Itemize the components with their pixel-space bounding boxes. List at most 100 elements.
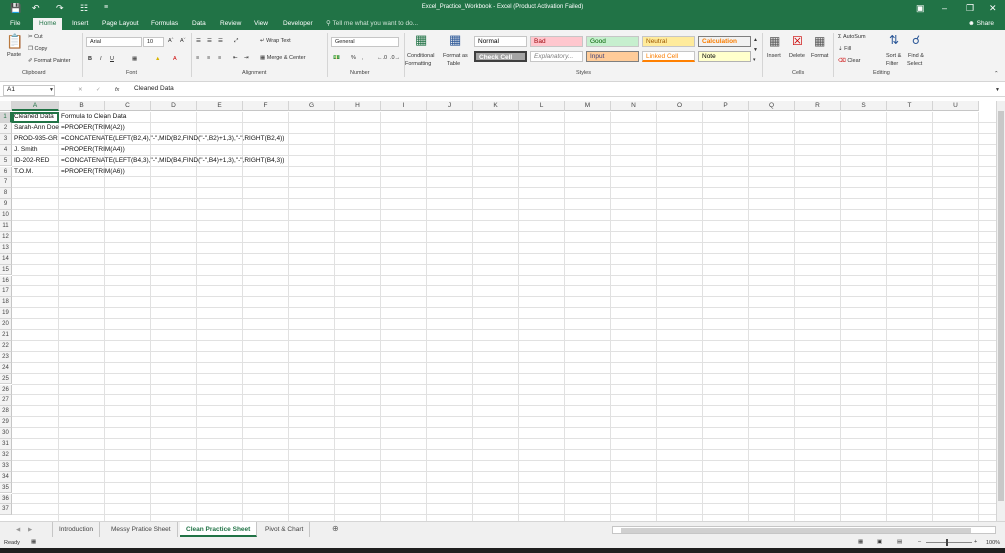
- zoom-level[interactable]: 100%: [986, 539, 1000, 547]
- column-header-o[interactable]: O: [657, 101, 703, 111]
- new-sheet-icon[interactable]: ⊕: [332, 525, 339, 533]
- cell-b5[interactable]: =CONCATENATE(LEFT(B4,3),"-",MID(B4,FIND(…: [59, 156, 284, 167]
- row-header-35[interactable]: 35: [0, 482, 12, 494]
- row-header-12[interactable]: 12: [0, 231, 12, 243]
- zoom-slider-thumb[interactable]: [946, 539, 948, 546]
- decrease-decimal-icon[interactable]: .0→: [390, 54, 400, 62]
- tab-review[interactable]: Review: [214, 18, 247, 30]
- column-header-q[interactable]: Q: [749, 101, 795, 111]
- row-header-24[interactable]: 24: [0, 362, 12, 374]
- paste-button[interactable]: Paste: [7, 51, 21, 59]
- column-header-g[interactable]: G: [289, 101, 335, 111]
- tell-me-search[interactable]: ⚲ Tell me what you want to do...: [320, 18, 424, 30]
- sheet-tab-messy-practice[interactable]: Messy Pratice Sheet: [105, 522, 178, 537]
- font-name-select[interactable]: Arial: [86, 37, 142, 47]
- column-header-a[interactable]: A: [12, 101, 59, 111]
- tab-page-layout[interactable]: Page Layout: [96, 18, 145, 30]
- shrink-font-icon[interactable]: Aˇ: [180, 37, 186, 45]
- page-layout-view-icon[interactable]: ▣: [877, 538, 882, 546]
- page-break-view-icon[interactable]: ▤: [897, 538, 902, 546]
- bottom-align-icon[interactable]: ☰: [218, 37, 223, 45]
- prev-sheet-icon[interactable]: ◀: [16, 526, 20, 534]
- merge-center-button[interactable]: ▦ Merge & Center: [260, 54, 306, 62]
- insert-cells-button[interactable]: Insert: [767, 52, 781, 60]
- next-sheet-icon[interactable]: ▶: [28, 526, 32, 534]
- row-header-9[interactable]: 9: [0, 199, 12, 211]
- normal-view-icon[interactable]: ▦: [858, 538, 863, 546]
- row-header-2[interactable]: 2: [0, 122, 12, 134]
- style-check-cell[interactable]: Check Cell: [474, 51, 527, 62]
- tab-insert[interactable]: Insert: [66, 18, 94, 30]
- row-header-37[interactable]: 37: [0, 504, 12, 516]
- row-header-26[interactable]: 26: [0, 384, 12, 396]
- format-painter-button[interactable]: ✐ Format Painter: [28, 57, 71, 65]
- row-header-36[interactable]: 36: [0, 493, 12, 505]
- row-header-15[interactable]: 15: [0, 264, 12, 276]
- percent-icon[interactable]: %: [351, 54, 356, 62]
- collapse-ribbon-icon[interactable]: ⌃: [994, 70, 999, 78]
- row-header-34[interactable]: 34: [0, 471, 12, 483]
- cancel-icon[interactable]: ✕: [78, 86, 83, 94]
- fill-color-icon[interactable]: ▲: [155, 55, 160, 63]
- top-align-icon[interactable]: ☰: [196, 37, 201, 45]
- number-format-select[interactable]: General: [331, 37, 399, 47]
- font-color-icon[interactable]: A: [173, 55, 177, 63]
- row-header-16[interactable]: 16: [0, 275, 12, 287]
- tab-file[interactable]: File: [4, 18, 26, 30]
- column-header-f[interactable]: F: [243, 101, 289, 111]
- cell-b1[interactable]: Formula to Clean Data: [59, 112, 126, 123]
- ribbon-display-icon[interactable]: ▣: [916, 2, 925, 14]
- autosum-button[interactable]: Σ AutoSum: [838, 33, 866, 41]
- insert-cells-icon[interactable]: ▦: [769, 34, 780, 48]
- row-header-28[interactable]: 28: [0, 406, 12, 418]
- comma-icon[interactable]: ‚: [362, 54, 363, 62]
- style-explanatory[interactable]: Explanatory...: [530, 51, 583, 62]
- style-good[interactable]: Good: [586, 36, 639, 47]
- cell-a4[interactable]: J. Smith: [12, 145, 59, 156]
- grow-font-icon[interactable]: Aˆ: [168, 37, 174, 45]
- indent-decrease-icon[interactable]: ⇤: [233, 54, 238, 62]
- tab-view[interactable]: View: [248, 18, 274, 30]
- row-header-17[interactable]: 17: [0, 286, 12, 298]
- format-table-button[interactable]: Format as: [443, 52, 468, 60]
- sort-filter-icon[interactable]: ⇅: [889, 33, 899, 47]
- middle-align-icon[interactable]: ☰: [207, 37, 212, 45]
- clear-button[interactable]: ⌫ Clear: [838, 57, 860, 65]
- tab-home[interactable]: Home: [33, 18, 63, 30]
- format-cells-icon[interactable]: ▦: [814, 34, 825, 48]
- conditional-formatting-button[interactable]: Conditional: [407, 52, 435, 60]
- row-header-23[interactable]: 23: [0, 351, 12, 363]
- row-header-1[interactable]: 1: [0, 112, 12, 123]
- column-header-h[interactable]: H: [335, 101, 381, 111]
- cell-a2[interactable]: Sarah-Ann Doe: [12, 123, 59, 134]
- find-select-icon[interactable]: ☌: [912, 33, 920, 47]
- style-normal[interactable]: Normal: [474, 36, 527, 47]
- column-header-u[interactable]: U: [933, 101, 979, 111]
- row-header-32[interactable]: 32: [0, 449, 12, 461]
- row-header-4[interactable]: 4: [0, 144, 12, 156]
- sort-filter-button[interactable]: Sort &: [886, 52, 901, 60]
- indent-increase-icon[interactable]: ⇥: [244, 54, 249, 62]
- name-box[interactable]: A1: [3, 85, 55, 96]
- row-header-11[interactable]: 11: [0, 221, 12, 232]
- cell-b4[interactable]: =PROPER(TRIM(A4)): [59, 145, 125, 156]
- tab-developer[interactable]: Developer: [277, 18, 319, 30]
- underline-icon[interactable]: U: [110, 55, 114, 63]
- copy-button[interactable]: ❐ Copy: [28, 45, 47, 53]
- horizontal-scroll-thumb[interactable]: [621, 528, 971, 533]
- increase-decimal-icon[interactable]: ←.0: [377, 54, 387, 62]
- cell-b3[interactable]: =CONCATENATE(LEFT(B2,4),"-",MID(B2,FIND(…: [59, 134, 284, 145]
- row-header-18[interactable]: 18: [0, 297, 12, 309]
- row-header-33[interactable]: 33: [0, 460, 12, 472]
- column-header-d[interactable]: D: [151, 101, 197, 111]
- column-header-p[interactable]: P: [703, 101, 749, 111]
- row-header-7[interactable]: 7: [0, 177, 12, 189]
- align-right-icon[interactable]: ≡: [218, 54, 221, 62]
- borders-icon[interactable]: ▦: [132, 55, 137, 63]
- row-header-5[interactable]: 5: [0, 155, 12, 167]
- minimize-icon[interactable]: –: [942, 2, 947, 14]
- sheet-tab-introduction[interactable]: Introduction: [52, 522, 100, 537]
- tab-data[interactable]: Data: [186, 18, 212, 30]
- style-bad[interactable]: Bad: [530, 36, 583, 47]
- cell-a5[interactable]: ID-202-RED: [12, 156, 59, 167]
